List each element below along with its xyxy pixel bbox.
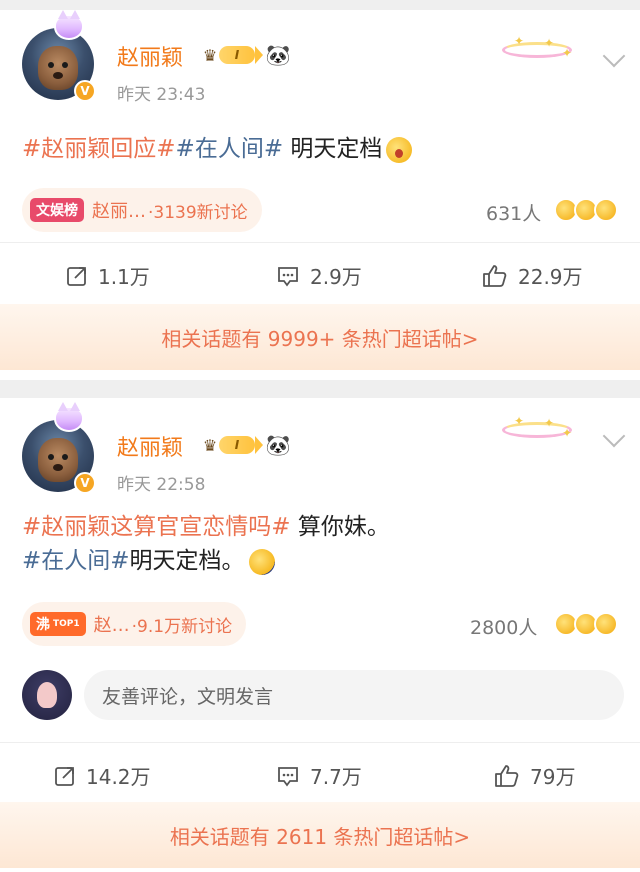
comment-input[interactable]: 友善评论，文明发言	[84, 670, 624, 720]
related-topics-link[interactable]: 相关话题有 2611 条热门超话帖>	[0, 802, 640, 868]
thumbs-up-icon	[483, 264, 507, 287]
verified-v-icon: V	[74, 472, 96, 494]
reaction-count: 631人	[486, 203, 542, 225]
divider	[0, 742, 640, 743]
decoration-ring-icon: ✦ ✦ ✦	[498, 34, 578, 64]
weibo-post-card: V 赵丽颖 ♛ I 🐼 昨天 22:58 ✦ ✦ ✦ #赵丽颖这算官宣恋情吗# …	[0, 398, 640, 872]
member-level-badge[interactable]: ♛ I	[197, 434, 263, 456]
comment-count: 2.9万	[310, 265, 362, 289]
reaction-emojis[interactable]	[554, 612, 618, 636]
action-bar: 1.1万 2.9万 22.9万	[0, 244, 640, 300]
weibo-post-card: V 赵丽颖 ♛ I 🐼 昨天 23:43 ✦ ✦ ✦ #赵丽颖回应##在人间# …	[0, 10, 640, 380]
comment-icon	[278, 266, 298, 286]
post-body-text: 算你妹。	[290, 514, 390, 540]
surprise-emoji-icon	[594, 612, 618, 636]
thumbs-up-icon	[495, 764, 519, 787]
reaction-emojis[interactable]	[554, 198, 618, 222]
author-avatar[interactable]: V	[22, 402, 96, 494]
topic-meta: ·9.1万新讨论	[131, 616, 233, 637]
topic-title: 赵…	[93, 615, 130, 636]
share-icon	[67, 266, 86, 286]
level-label: I	[219, 46, 255, 64]
post-time: 昨天 22:58	[117, 475, 206, 495]
chevron-down-icon[interactable]	[602, 44, 626, 68]
comment-button[interactable]: 2.9万	[276, 261, 362, 290]
hashtag-link[interactable]: #在人间#	[176, 136, 284, 162]
member-level-badge[interactable]: ♛ I	[197, 44, 263, 66]
post-text: #赵丽颖这算官宣恋情吗# 算你妹。 #在人间#明天定档。	[22, 510, 390, 578]
comment-count: 7.7万	[310, 765, 362, 789]
user-avatar[interactable]	[22, 670, 72, 720]
post-time: 昨天 23:43	[117, 85, 206, 105]
comment-button[interactable]: 7.7万	[276, 761, 362, 790]
like-count: 22.9万	[518, 265, 583, 289]
avatar-pendant-icon	[54, 10, 84, 40]
panda-icon: 🐼	[265, 43, 291, 67]
reaction-count: 2800人	[470, 617, 538, 639]
topic-title: 赵丽…	[92, 201, 146, 222]
level-label: I	[219, 436, 255, 454]
author-avatar[interactable]: V	[22, 10, 96, 102]
hashtag-link[interactable]: #赵丽颖回应#	[22, 136, 176, 162]
level-arrow-icon	[255, 436, 263, 454]
action-bar: 14.2万 7.7万 79万	[0, 744, 640, 800]
repost-button[interactable]: 14.2万	[54, 761, 151, 790]
repost-count: 1.1万	[98, 265, 150, 289]
post-body-text: 明天定档	[283, 136, 383, 162]
post-text: #赵丽颖回应##在人间# 明天定档	[22, 132, 413, 166]
topic-meta: ·3139新讨论	[148, 202, 248, 223]
author-name[interactable]: 赵丽颖	[117, 430, 183, 462]
level-arrow-icon	[255, 46, 263, 64]
moon-emoji-icon	[248, 548, 275, 575]
repost-count: 14.2万	[86, 765, 151, 789]
topic-pill[interactable]: 文娱榜 赵丽… ·3139新讨论	[22, 188, 262, 232]
hashtag-link[interactable]: #赵丽颖这算官宣恋情吗#	[22, 514, 291, 540]
top-spacer	[0, 0, 640, 10]
related-topics-link[interactable]: 相关话题有 9999+ 条热门超话帖>	[0, 304, 640, 370]
comment-composer: 友善评论，文明发言	[22, 668, 624, 722]
divider	[0, 242, 640, 243]
card-gap	[0, 380, 640, 398]
verified-v-icon: V	[74, 80, 96, 102]
panda-icon: 🐼	[265, 433, 291, 457]
topic-pill[interactable]: 沸 TOP1 赵… ·9.1万新讨论	[22, 602, 247, 646]
hashtag-link[interactable]: #在人间#	[22, 548, 130, 574]
decoration-ring-icon: ✦ ✦ ✦	[498, 414, 578, 444]
avatar-pendant-icon	[54, 402, 84, 432]
surprise-emoji-icon	[594, 198, 618, 222]
like-button[interactable]: 79万	[494, 761, 575, 790]
ranking-badge: 文娱榜	[30, 198, 84, 222]
comment-icon	[278, 766, 298, 786]
repost-button[interactable]: 1.1万	[66, 261, 150, 290]
chevron-down-icon[interactable]	[602, 424, 626, 448]
surprised-emoji-icon	[386, 136, 413, 163]
like-button[interactable]: 22.9万	[482, 261, 583, 290]
post-body-text: 明天定档。	[129, 548, 245, 574]
author-name[interactable]: 赵丽颖	[117, 40, 183, 72]
hot-rank-badge: 沸 TOP1	[30, 612, 86, 636]
share-icon	[55, 766, 74, 786]
like-count: 79万	[530, 765, 576, 789]
